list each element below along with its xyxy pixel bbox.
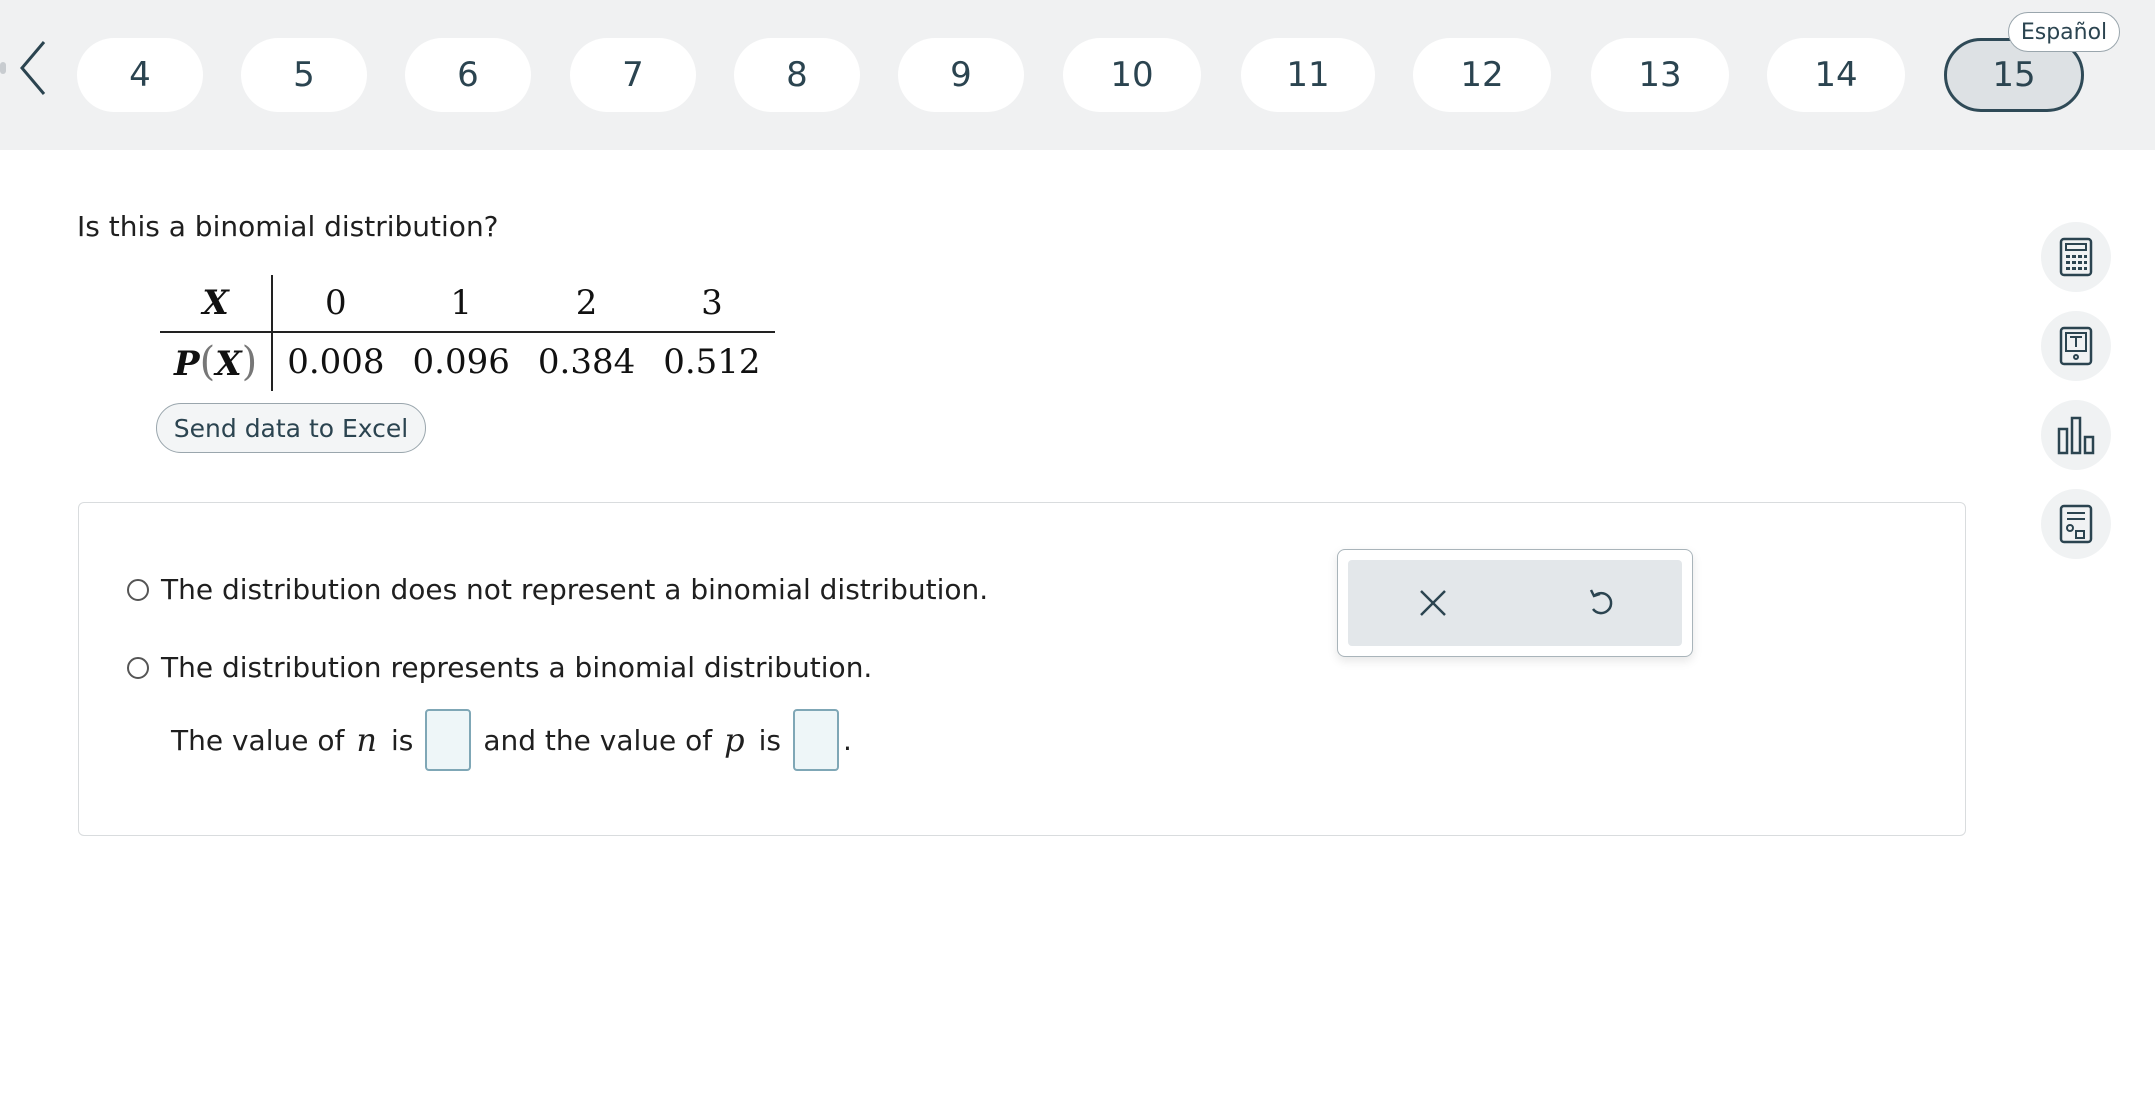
- question-nav-bar: 4 5 6 7 8 9 10 11 12 13 14 15 Español: [0, 0, 2155, 150]
- probability-table: X 0 1 2 3 P(X) 0.008 0.096 0.384 0.512: [160, 275, 775, 391]
- textbook-icon[interactable]: [2041, 311, 2111, 381]
- answer-tools-popup: [1337, 549, 1693, 657]
- option-not-binomial[interactable]: The distribution does not represent a bi…: [127, 573, 988, 606]
- p-symbol: P: [174, 344, 200, 384]
- radio-button[interactable]: [127, 578, 149, 601]
- option-label: The distribution does not represent a bi…: [161, 573, 989, 606]
- p-value: 0.096: [412, 342, 510, 382]
- question-button-10[interactable]: 10: [1063, 38, 1201, 112]
- n-variable: n: [356, 721, 377, 759]
- undo-icon[interactable]: [1578, 580, 1624, 626]
- row-period: .: [843, 723, 852, 757]
- x-header: X: [160, 275, 274, 333]
- chart-icon[interactable]: [2041, 400, 2111, 470]
- p-value: 0.384: [537, 342, 636, 382]
- p-value: 0.512: [663, 342, 761, 382]
- row-text: and the value of: [483, 723, 713, 757]
- nav-edge-indicator: [0, 62, 6, 74]
- n-p-entry-row: The value of n is and the value of p is …: [171, 709, 852, 771]
- row-text: is: [758, 723, 782, 757]
- close-icon[interactable]: [1410, 580, 1456, 626]
- n-value-input[interactable]: [425, 709, 472, 771]
- question-button-11[interactable]: 11: [1241, 38, 1375, 112]
- question-button-4[interactable]: 4: [77, 38, 203, 112]
- p-value-input[interactable]: [793, 709, 840, 771]
- question-button-8[interactable]: 8: [734, 38, 860, 112]
- question-button-13[interactable]: 13: [1591, 38, 1729, 112]
- popup-inner: [1348, 560, 1682, 646]
- radio-button[interactable]: [127, 656, 149, 679]
- p-value: 0.008: [287, 342, 385, 382]
- question-prompt: Is this a binomial distribution?: [77, 210, 499, 243]
- question-button-5[interactable]: 5: [241, 38, 367, 112]
- x-value: 3: [649, 275, 775, 333]
- calculator-icon[interactable]: [2041, 222, 2111, 292]
- x-value: 2: [523, 275, 650, 333]
- option-label: The distribution represents a binomial d…: [161, 651, 873, 684]
- question-button-9[interactable]: 9: [898, 38, 1024, 112]
- x-value: 0: [272, 275, 399, 333]
- option-binomial[interactable]: The distribution represents a binomial d…: [127, 651, 872, 684]
- px-header: P(X): [160, 332, 274, 391]
- p-variable: p: [724, 721, 745, 759]
- row-text: The value of: [171, 723, 345, 757]
- close-paren: ): [241, 339, 258, 385]
- prev-arrow-icon[interactable]: [14, 36, 54, 100]
- open-paren: (: [199, 339, 216, 385]
- question-button-7[interactable]: 7: [570, 38, 696, 112]
- question-button-6[interactable]: 6: [405, 38, 531, 112]
- question-button-14[interactable]: 14: [1767, 38, 1905, 112]
- question-button-12[interactable]: 12: [1413, 38, 1551, 112]
- row-text: is: [390, 723, 414, 757]
- x-symbol: X: [215, 344, 242, 384]
- x-value: 1: [398, 275, 524, 333]
- send-to-excel-button[interactable]: Send data to Excel: [156, 403, 426, 453]
- formula-sheet-icon[interactable]: [2041, 489, 2111, 559]
- language-toggle-button[interactable]: Español: [2008, 12, 2120, 52]
